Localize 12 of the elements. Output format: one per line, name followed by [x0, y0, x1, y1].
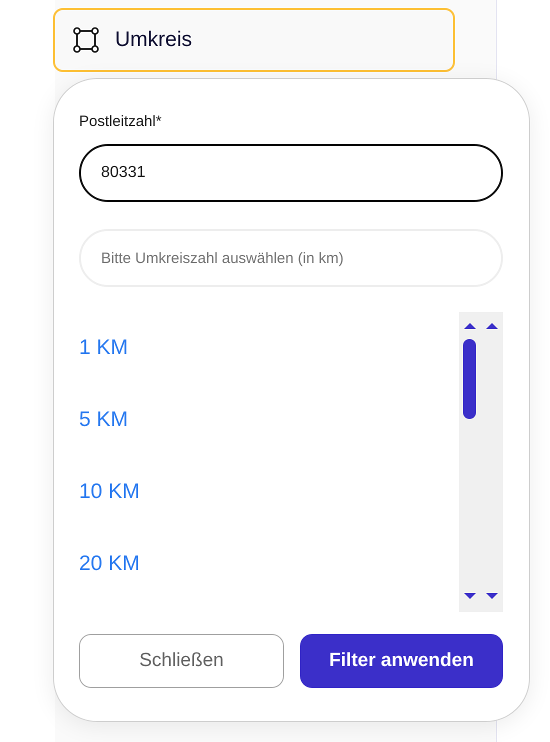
postal-code-label: Postleitzahl* [79, 113, 163, 130]
radius-option[interactable]: 20 KM [79, 550, 140, 577]
radius-option[interactable]: 5 KM [79, 406, 128, 433]
close-button[interactable]: Schließen [79, 634, 284, 688]
radius-filter-button[interactable]: Umkreis [53, 8, 455, 72]
postal-code-field[interactable]: 80331 [79, 144, 503, 202]
scrollbar[interactable] [459, 312, 503, 612]
radius-search-field[interactable]: Bitte Umkreiszahl auswählen (in km) [79, 229, 503, 287]
radius-option[interactable]: 1 KM [79, 334, 128, 361]
radius-option[interactable]: 10 KM [79, 478, 140, 505]
vector-frame-icon [73, 27, 99, 53]
apply-filter-button[interactable]: Filter anwenden [300, 634, 503, 688]
